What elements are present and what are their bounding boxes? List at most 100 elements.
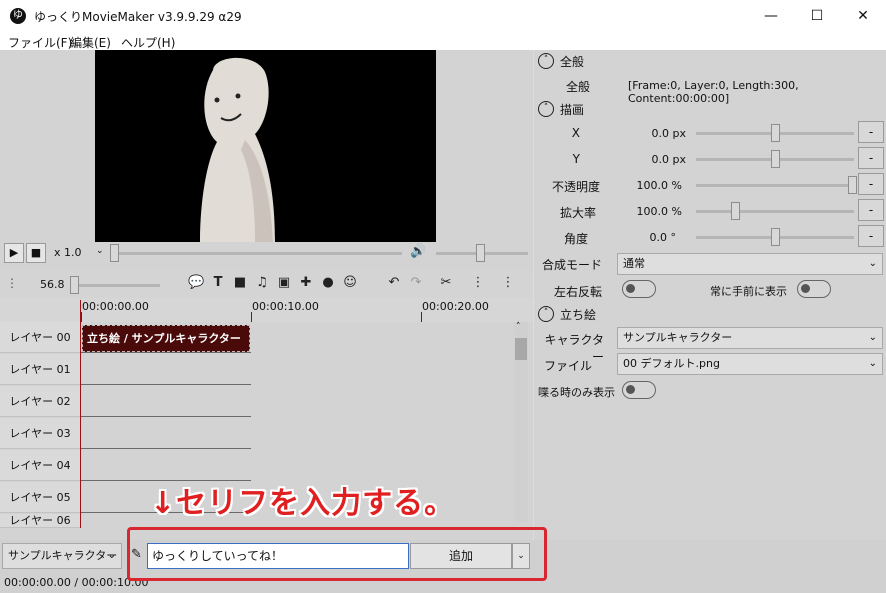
zoom-thumb[interactable] — [70, 276, 79, 294]
seek-thumb[interactable] — [110, 244, 119, 262]
prop-opacity-thumb[interactable] — [848, 176, 857, 194]
prop-x-value[interactable]: 0.0 px — [620, 127, 686, 140]
timeline-scroll-thumb[interactable] — [515, 338, 527, 360]
prop-scale-label: 拡大率 — [559, 206, 596, 220]
undo-icon[interactable]: ↶ — [386, 275, 402, 291]
prop-angle-thumb[interactable] — [771, 228, 780, 246]
app-icon: ゆ — [10, 8, 26, 24]
prop-angle-reset-button[interactable]: - — [858, 225, 884, 247]
layer-label[interactable]: レイヤー 00 — [0, 322, 80, 353]
blend-mode-label: 合成モード — [541, 258, 602, 272]
layer-label[interactable]: レイヤー 01 — [0, 354, 80, 385]
menu-help[interactable]: ヘルプ(H) — [121, 34, 175, 51]
prop-opacity-label: 不透明度 — [551, 180, 600, 194]
minimize-button[interactable]: — — [748, 0, 794, 32]
blend-mode-value: 通常 — [623, 257, 645, 270]
redo-icon[interactable]: ↷ — [408, 275, 424, 291]
prop-y-reset-button[interactable]: - — [858, 147, 884, 169]
file-select[interactable]: 00 デフォルト.png ⌄ — [617, 353, 883, 375]
layer-row[interactable] — [81, 418, 251, 449]
prop-scale-value[interactable]: 100.0 % — [620, 205, 682, 218]
character-value: サンプルキャラクター — [623, 331, 733, 344]
grip-icon: ⋮ — [6, 276, 18, 290]
file-value: 00 デフォルト.png — [623, 357, 720, 370]
prop-y-thumb[interactable] — [771, 150, 780, 168]
prop-opacity-value[interactable]: 100.0 % — [620, 179, 682, 192]
layer-row[interactable] — [81, 386, 251, 417]
timeline-toolbar: ⋮ 56.8 💬 T ■ ♫ ▣ ✚ ● ☺ ↶ ↷ ✂ ⋮ ⋮ — [0, 270, 533, 298]
annotation-text: ↓セリフを入力する。 — [150, 486, 456, 521]
speed-select[interactable]: x 1.0 — [54, 246, 82, 259]
close-button[interactable]: ✕ — [840, 0, 886, 32]
seek-track[interactable] — [112, 252, 402, 255]
highlight-box — [127, 527, 547, 581]
layer-row[interactable] — [81, 450, 251, 481]
shapes-icon[interactable]: ✚ — [298, 275, 314, 291]
collapse-general-icon[interactable]: ˄ — [538, 53, 554, 69]
prop-scale-slider[interactable] — [696, 210, 854, 213]
prop-x-thumb[interactable] — [771, 124, 780, 142]
ruler-label: 00:00:20.00 — [422, 300, 489, 313]
menu-bar: ファイル(F) 編集(E) ヘルプ(H) — [0, 32, 886, 50]
chevron-up-icon[interactable]: ˄ — [516, 322, 521, 332]
chevron-down-icon: ⌄ — [868, 258, 877, 269]
chevron-down-icon: ⌄ — [868, 358, 877, 369]
collapse-standing-icon[interactable]: ˄ — [538, 306, 554, 322]
toggle-knob — [801, 284, 810, 293]
toggle-knob — [626, 385, 635, 394]
tick — [421, 312, 422, 322]
collapse-draw-icon[interactable]: ˄ — [538, 101, 554, 117]
file-label: ファイル — [543, 359, 592, 373]
stop-button[interactable]: ■ — [26, 243, 46, 263]
layer-label[interactable]: レイヤー 06 — [0, 514, 80, 528]
video-preview[interactable] — [95, 50, 436, 242]
layer-label[interactable]: レイヤー 03 — [0, 418, 80, 449]
prop-angle-value[interactable]: 0.0 ° — [620, 231, 677, 244]
blend-mode-select[interactable]: 通常 ⌄ — [617, 253, 883, 275]
maximize-button[interactable]: ☐ — [794, 0, 840, 32]
speech-icon[interactable]: 💬 — [188, 275, 204, 291]
ruler-label: 00:00:10.00 — [252, 300, 319, 313]
prop-y-value[interactable]: 0.0 px — [620, 153, 686, 166]
menu-file[interactable]: ファイル(F) — [8, 34, 72, 51]
layer-row[interactable] — [81, 354, 251, 385]
prop-y-label: Y — [572, 152, 580, 166]
layer-label[interactable]: レイヤー 02 — [0, 386, 80, 417]
section-draw-header: 描画 — [560, 103, 585, 117]
prop-opacity-reset-button[interactable]: - — [858, 173, 884, 195]
more-icon[interactable]: ⋮ — [470, 275, 486, 291]
menu-edit[interactable]: 編集(E) — [70, 34, 111, 51]
always-front-toggle[interactable] — [797, 280, 831, 298]
always-front-label: 常に手前に表示 — [710, 285, 787, 298]
section-standing-header: 立ち絵 — [560, 308, 597, 322]
chevron-down-icon[interactable]: ⌄ — [96, 246, 104, 256]
layer-label[interactable]: レイヤー 05 — [0, 482, 80, 513]
play-button[interactable]: ▶ — [4, 243, 24, 263]
image-icon[interactable]: ▣ — [276, 275, 292, 291]
speak-only-label: 喋る時のみ表示 — [538, 386, 615, 399]
flip-toggle[interactable] — [622, 280, 656, 298]
prop-angle-label: 角度 — [563, 232, 588, 246]
chevron-down-icon: ⌄ — [868, 332, 877, 343]
volume-thumb[interactable] — [476, 244, 485, 262]
more-icon-2[interactable]: ⋮ — [500, 275, 516, 291]
playhead[interactable] — [80, 300, 81, 528]
speaker-character-select[interactable]: サンプルキャラクター ⌄ — [2, 543, 122, 569]
scissors-icon[interactable]: ✂ — [438, 275, 454, 291]
prop-scale-reset-button[interactable]: - — [858, 199, 884, 221]
text-icon[interactable]: T — [210, 275, 226, 291]
character-select[interactable]: サンプルキャラクター ⌄ — [617, 327, 883, 349]
prop-scale-thumb[interactable] — [731, 202, 740, 220]
prop-opacity-slider[interactable] — [696, 184, 854, 187]
timeline-clip[interactable]: 立ち絵 / サンプルキャラクター — [82, 325, 250, 352]
music-icon[interactable]: ♫ — [254, 275, 270, 291]
speak-only-toggle[interactable] — [622, 381, 656, 399]
person-icon[interactable]: ● — [320, 275, 336, 291]
zoom-track[interactable] — [72, 284, 160, 287]
speaker-icon[interactable]: 🔊 — [410, 244, 426, 259]
window-title: ゆっくりMovieMaker v3.9.9.29 α29 — [34, 10, 242, 24]
video-icon[interactable]: ■ — [232, 275, 248, 291]
layer-label[interactable]: レイヤー 04 — [0, 450, 80, 481]
prop-x-reset-button[interactable]: - — [858, 121, 884, 143]
face-icon[interactable]: ☺ — [342, 275, 358, 291]
